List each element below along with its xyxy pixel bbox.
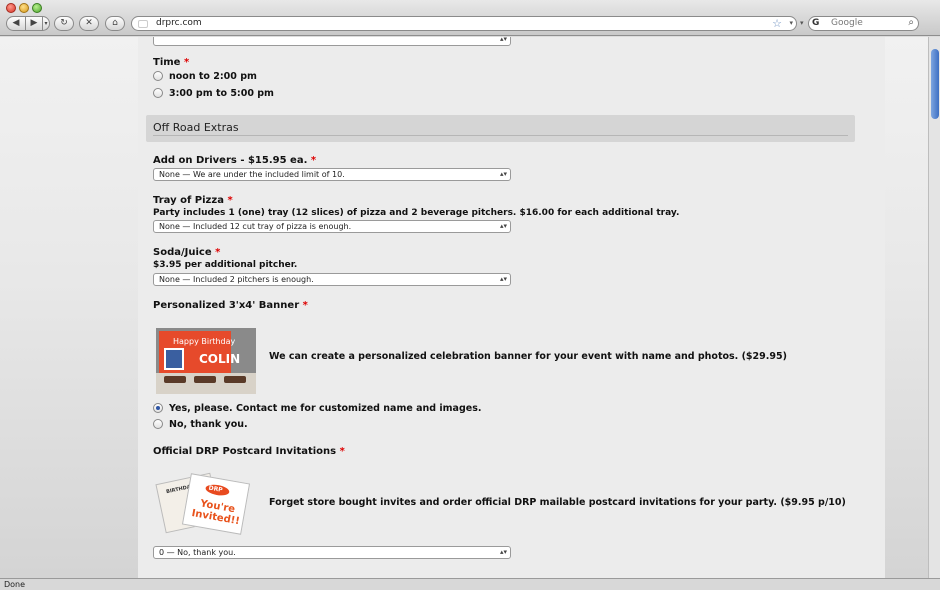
banner-radio-no[interactable]	[153, 419, 163, 429]
pizza-select[interactable]: None — Included 12 cut tray of pizza is …	[153, 220, 511, 233]
rss-dropdown-icon[interactable]: ▾	[800, 19, 804, 27]
bookmark-star-icon[interactable]: ☆	[772, 17, 782, 30]
postcard-description: Forget store bought invites and order of…	[269, 497, 846, 508]
reload-button[interactable]: ↻	[54, 16, 74, 31]
postcard-select[interactable]: 0 — No, thank you. ▴▾	[153, 546, 511, 559]
time-option-afternoon-label: 3:00 pm to 5:00 pm	[169, 88, 274, 99]
banner-image: Happy Birthday COLIN	[156, 328, 256, 394]
time-radio-noon[interactable]	[153, 71, 163, 81]
section-title: Off Road Extras	[153, 121, 239, 134]
stop-button[interactable]: ✕	[79, 16, 99, 31]
url-dropdown-icon[interactable]: ▾	[789, 19, 793, 27]
banner-pizza	[224, 376, 246, 383]
zoom-window-button[interactable]	[32, 3, 42, 13]
soda-select[interactable]: None — Included 2 pitchers is enough. ▴▾	[153, 273, 511, 286]
minimize-window-button[interactable]	[19, 3, 29, 13]
chevron-down-icon: ▾	[44, 20, 48, 27]
search-placeholder: Google	[831, 18, 863, 28]
reload-icon: ↻	[60, 18, 68, 28]
banner-pizza	[164, 376, 186, 383]
forward-arrow-icon: ▶	[30, 18, 38, 28]
drp-logo: DRP	[204, 483, 231, 498]
scrollbar-thumb[interactable]	[931, 49, 939, 119]
banner-label: Personalized 3'x4' Banner *	[153, 300, 308, 311]
cutoff-select[interactable]: ▴▾	[153, 37, 511, 46]
time-option-noon-label: noon to 2:00 pm	[169, 71, 257, 82]
favicon-icon	[138, 20, 148, 28]
status-bar: Done	[0, 578, 940, 590]
time-label: Time *	[153, 57, 190, 68]
pizza-label: Tray of Pizza *	[153, 195, 233, 206]
banner-radio-yes[interactable]	[153, 403, 163, 413]
banner-sign: Happy Birthday COLIN	[159, 331, 240, 373]
banner-pizza	[194, 376, 216, 383]
banner-photo	[164, 348, 184, 370]
search-icon[interactable]: ⌕	[908, 17, 914, 28]
close-window-button[interactable]	[6, 3, 16, 13]
time-radio-afternoon[interactable]	[153, 88, 163, 98]
address-bar[interactable]: drprc.com ☆ ▾	[131, 16, 797, 31]
back-arrow-icon: ◀	[12, 18, 20, 28]
banner-option-no-label: No, thank you.	[169, 419, 248, 430]
pizza-note: Party includes 1 (one) tray (12 slices) …	[153, 208, 680, 218]
drivers-select[interactable]: None — We are under the included limit o…	[153, 168, 511, 181]
forward-button[interactable]: ▶	[25, 16, 43, 31]
vertical-scrollbar[interactable]	[928, 37, 940, 578]
stop-icon: ✕	[85, 18, 93, 28]
browser-toolbar: ◀ ▶ ▾ ↻ ✕ ⌂ drprc.com ☆ ▾ ▾ G Google ⌕	[0, 0, 940, 36]
home-icon: ⌂	[112, 18, 118, 28]
back-button[interactable]: ◀	[6, 16, 26, 31]
select-arrow-icon: ▴▾	[499, 548, 507, 556]
postcard-image: BIRTHDAY PARTY DRP You're Invited!!	[155, 470, 252, 536]
banner-description: We can create a personalized celebration…	[269, 351, 787, 362]
postcard-front: DRP You're Invited!!	[181, 473, 251, 535]
section-header: Off Road Extras	[146, 115, 855, 142]
url-text: drprc.com	[156, 18, 202, 28]
select-arrow-icon: ▴▾	[499, 222, 507, 230]
soda-label: Soda/Juice *	[153, 247, 221, 258]
postcard-label: Official DRP Postcard Invitations *	[153, 446, 345, 457]
select-arrow-icon: ▴▾	[499, 37, 507, 43]
select-arrow-icon: ▴▾	[499, 170, 507, 178]
banner-option-yes-label: Yes, please. Contact me for customized n…	[169, 403, 482, 414]
search-input[interactable]: G Google ⌕	[808, 16, 919, 31]
home-button[interactable]: ⌂	[105, 16, 125, 31]
select-arrow-icon: ▴▾	[499, 275, 507, 283]
drivers-label: Add on Drivers - $15.95 ea. *	[153, 155, 317, 166]
soda-note: $3.95 per additional pitcher.	[153, 260, 298, 270]
history-dropdown-button[interactable]: ▾	[42, 16, 50, 31]
section-divider	[153, 135, 848, 136]
search-engine-icon[interactable]: G	[812, 18, 819, 28]
